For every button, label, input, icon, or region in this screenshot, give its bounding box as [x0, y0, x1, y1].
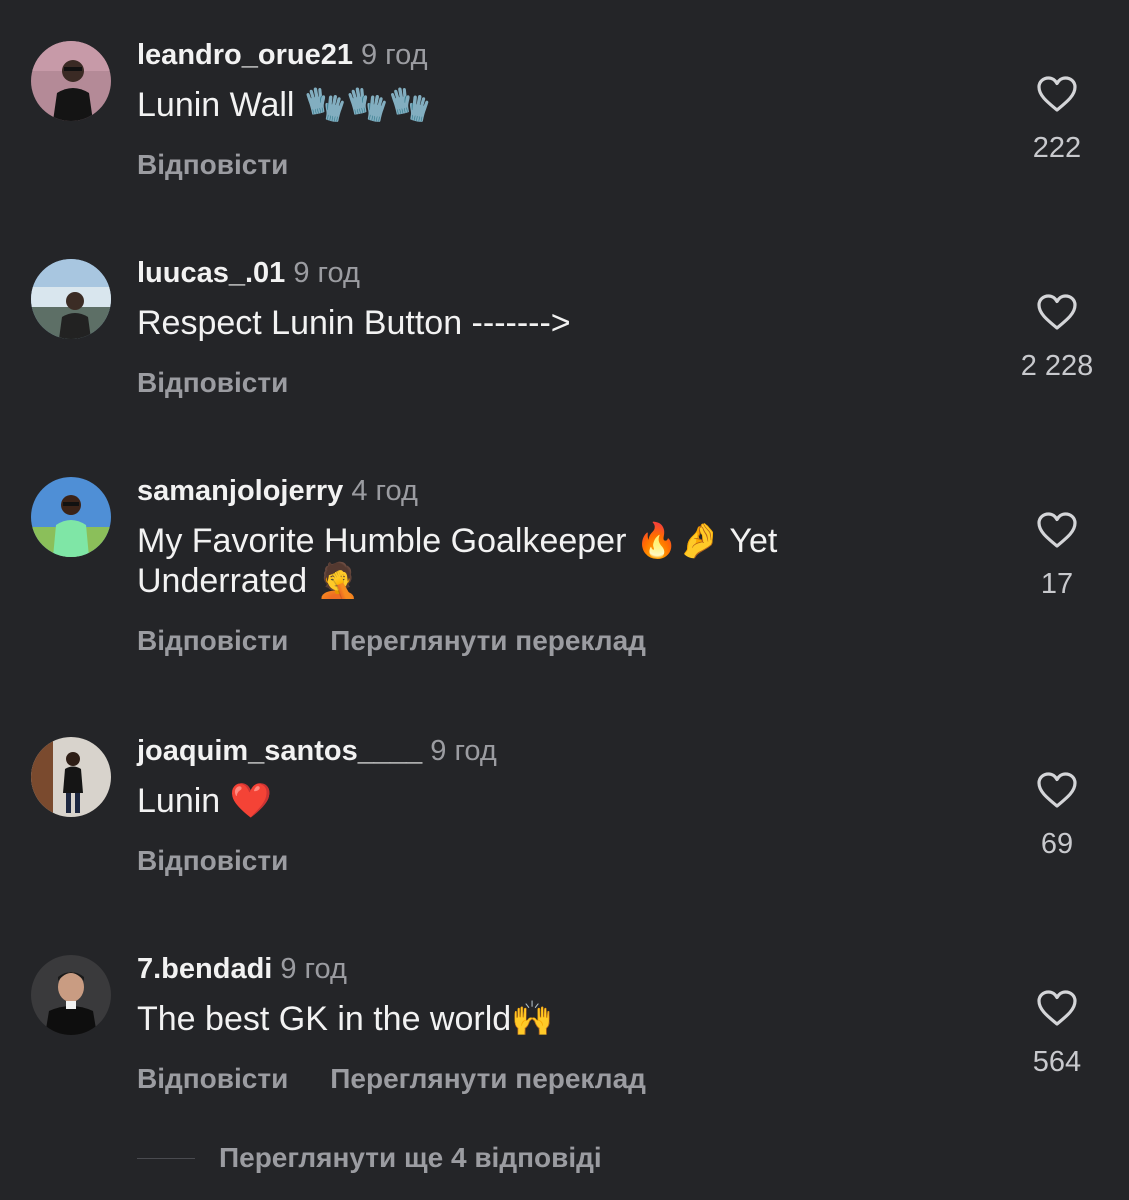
like-control: 564: [997, 989, 1117, 1079]
comment-time: 9 год: [293, 257, 360, 289]
avatar[interactable]: [31, 259, 111, 339]
comment-actions: Відповісти Переглянути переклад: [137, 1062, 646, 1096]
comment-username[interactable]: leandro_orue21: [137, 39, 353, 71]
reply-button[interactable]: Відповісти: [137, 366, 288, 400]
view-translation-button[interactable]: Переглянути переклад: [330, 1062, 646, 1096]
comment-time: 4 год: [351, 475, 418, 507]
avatar[interactable]: [31, 955, 111, 1035]
comment-actions: Відповісти: [137, 844, 288, 878]
like-control: 2 228: [997, 293, 1117, 383]
comment-header: luucas_.01 9 год: [137, 256, 360, 290]
comment-body: Lunin: [137, 782, 221, 820]
reply-button[interactable]: Відповісти: [137, 148, 288, 182]
comment-actions: Відповісти Переглянути переклад: [137, 624, 646, 658]
comment-text: Respect Lunin Button ------->: [137, 303, 877, 343]
fire-pinch-emoji: 🔥🤌: [635, 521, 721, 561]
reply-button[interactable]: Відповісти: [137, 844, 288, 878]
comment-actions: Відповісти: [137, 366, 288, 400]
comment-username[interactable]: luucas_.01: [137, 257, 285, 289]
comment-body: Respect Lunin Button ------->: [137, 304, 571, 342]
view-more-replies-label[interactable]: Переглянути ще 4 відповіді: [219, 1141, 602, 1175]
heart-outline-icon[interactable]: [1036, 511, 1078, 549]
comment-header: samanjolojerry 4 год: [137, 474, 418, 508]
like-count: 2 228: [1020, 350, 1094, 382]
heart-outline-icon[interactable]: [1036, 771, 1078, 809]
person-avatar-icon: [31, 259, 111, 339]
comment-body-continued: Yet: [729, 522, 778, 560]
like-count: 564: [1032, 1046, 1082, 1078]
glove-emoji: 🧤🧤🧤: [303, 85, 431, 125]
heart-outline-icon[interactable]: [1036, 293, 1078, 331]
like-count: 69: [1040, 828, 1074, 860]
view-translation-button[interactable]: Переглянути переклад: [330, 624, 646, 658]
like-count: 17: [1040, 568, 1074, 600]
comment-body-line2: Underrated: [137, 562, 308, 600]
facepalm-emoji: 🤦: [316, 561, 359, 601]
heart-outline-icon[interactable]: [1036, 989, 1078, 1027]
comment-time: 9 год: [430, 735, 497, 767]
comment-text: My Favorite Humble Goalkeeper 🔥🤌 Yet Und…: [137, 521, 877, 601]
comment-header: 7.bendadi 9 год: [137, 952, 347, 986]
comment-username[interactable]: joaquim_santos____: [137, 735, 422, 767]
like-control: 69: [997, 771, 1117, 861]
comment-header: joaquim_santos____ 9 год: [137, 734, 497, 768]
comment-body: My Favorite Humble Goalkeeper: [137, 522, 627, 560]
person-avatar-icon: [31, 737, 111, 817]
comment-header: leandro_orue21 9 год: [137, 38, 428, 72]
comment-time: 9 год: [280, 953, 347, 985]
avatar[interactable]: [31, 737, 111, 817]
like-control: 222: [997, 75, 1117, 165]
red-heart-emoji: ❤️: [229, 781, 272, 821]
like-count: 222: [1032, 132, 1082, 164]
heart-outline-icon[interactable]: [1036, 75, 1078, 113]
avatar[interactable]: [31, 41, 111, 121]
comment-text: Lunin Wall 🧤🧤🧤: [137, 85, 877, 125]
comment-body: The best GK in the world: [137, 1000, 512, 1038]
comment-text: Lunin ❤️: [137, 781, 877, 821]
comment-body: Lunin Wall: [137, 86, 295, 124]
avatar[interactable]: [31, 477, 111, 557]
like-control: 17: [997, 511, 1117, 601]
comment-username[interactable]: samanjolojerry: [137, 475, 343, 507]
raising-hands-emoji: 🙌: [511, 999, 554, 1039]
comment-actions: Відповісти: [137, 148, 288, 182]
person-avatar-icon: [31, 41, 111, 121]
person-avatar-icon: [31, 477, 111, 557]
person-avatar-icon: [31, 955, 111, 1035]
replies-divider: [137, 1158, 195, 1159]
reply-button[interactable]: Відповісти: [137, 1062, 288, 1096]
comment-text: The best GK in the world🙌: [137, 999, 877, 1039]
comment-time: 9 год: [360, 39, 428, 71]
comment-username[interactable]: 7.bendadi: [137, 953, 272, 985]
reply-button[interactable]: Відповісти: [137, 624, 288, 658]
